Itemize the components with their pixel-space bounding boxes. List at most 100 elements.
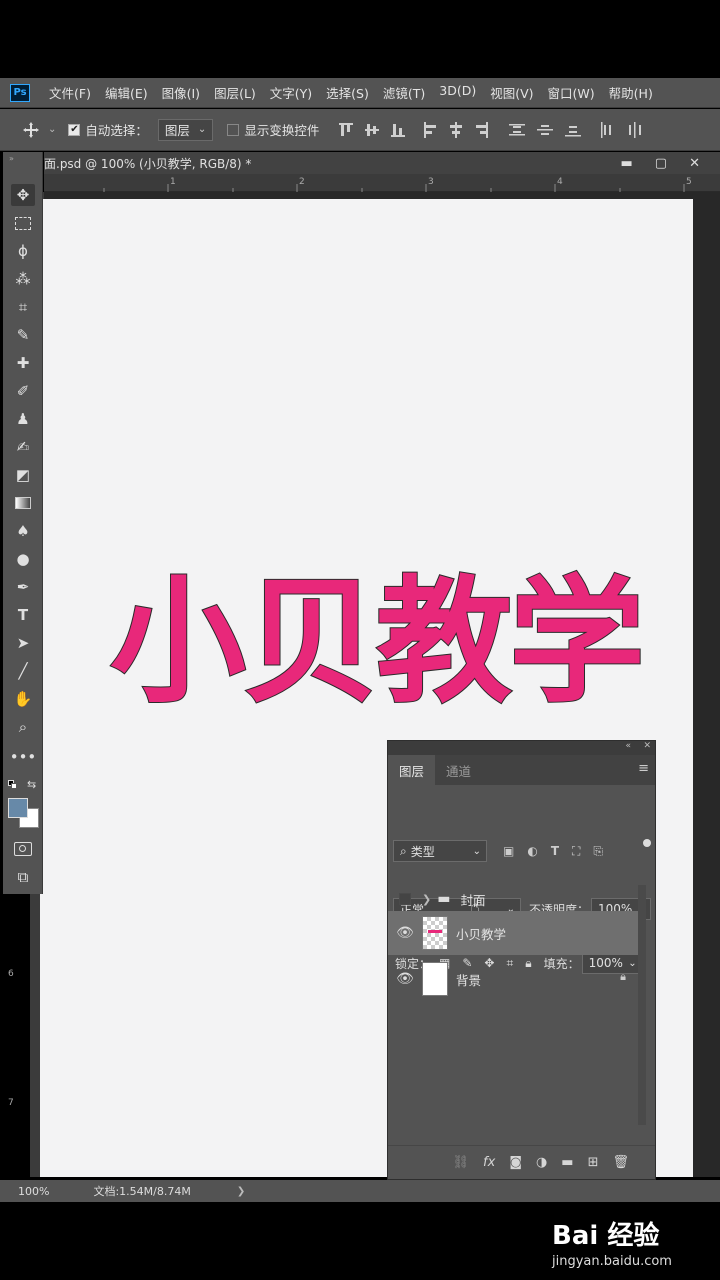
more-tools-icon[interactable]: ••• <box>10 746 37 768</box>
minimize-icon[interactable]: ▬ <box>621 156 633 171</box>
ruler-tick-label: 7 <box>8 1098 14 1108</box>
distribute-bottom-icon[interactable] <box>565 122 582 138</box>
collapse-panel-icon[interactable]: « <box>625 741 631 751</box>
align-hcenter-icon[interactable] <box>449 121 463 138</box>
adjustment-layer-icon[interactable]: ◑ <box>536 1155 547 1170</box>
marquee-tool-icon[interactable] <box>11 212 35 234</box>
ruler-tick-label: 6 <box>8 969 14 979</box>
menu-file[interactable]: 文件(F) <box>49 83 91 102</box>
collapse-panel-icon[interactable]: » <box>9 154 14 163</box>
lasso-tool-icon[interactable]: ϕ <box>11 240 35 262</box>
layer-group-row[interactable]: ❯ ▬ 封面 ☝ <box>388 885 638 916</box>
trash-icon[interactable]: 🗑︎ <box>612 1155 629 1170</box>
panel-menu-icon[interactable]: ≡ <box>638 761 649 776</box>
menu-edit[interactable]: 编辑(E) <box>105 83 148 102</box>
eye-icon[interactable]: 👁︎ <box>388 925 422 941</box>
brush-tool-icon[interactable]: ✐ <box>11 380 35 402</box>
maximize-icon[interactable]: ▢ <box>655 156 667 171</box>
menu-filter[interactable]: 滤镜(T) <box>383 83 425 102</box>
blur-tool-icon[interactable]: ♠ <box>11 520 35 542</box>
auto-select-target-dropdown[interactable]: 图层 ⌄ <box>157 118 214 141</box>
filter-adjustment-icon[interactable]: ◐ <box>527 844 537 858</box>
swap-colors-icon[interactable]: ⇆ <box>27 778 36 791</box>
menu-select[interactable]: 选择(S) <box>326 83 369 102</box>
layer-row[interactable]: 👁︎ 背景 🔒︎ <box>388 957 638 1001</box>
chevron-right-icon[interactable]: ❯ <box>422 893 431 906</box>
document-tab[interactable]: 面.psd @ 100% (小贝教学, RGB/8) * ▬ ▢ ✕ <box>44 152 720 174</box>
crop-tool-icon[interactable]: ⌗ <box>11 296 35 318</box>
align-bottom-icon[interactable] <box>391 122 406 138</box>
align-vcenter-icon[interactable] <box>365 122 380 138</box>
menu-view[interactable]: 视图(V) <box>490 83 533 102</box>
pen-tool-icon[interactable]: ✒ <box>11 576 35 598</box>
visibility-toggle[interactable] <box>388 893 422 905</box>
menu-type[interactable]: 文字(Y) <box>270 83 312 102</box>
filter-type-icon[interactable]: T <box>551 844 559 858</box>
healing-brush-tool-icon[interactable]: ✚ <box>11 352 35 374</box>
menu-3d[interactable]: 3D(D) <box>439 83 476 102</box>
ruler-tick-label: 4 <box>557 177 563 187</box>
filter-pixel-icon[interactable]: ▣ <box>503 844 514 858</box>
close-icon[interactable]: ✕ <box>689 156 700 171</box>
quick-mask-icon[interactable] <box>11 838 35 860</box>
add-mask-icon[interactable]: ◙ <box>509 1155 522 1170</box>
status-menu-arrow[interactable]: ❯ <box>237 1186 245 1197</box>
distribute-left-icon[interactable] <box>599 121 615 138</box>
hand-tool-icon[interactable]: ✋ <box>11 688 35 710</box>
move-tool-icon[interactable]: ✥ <box>11 184 35 206</box>
menu-layer[interactable]: 图层(L) <box>214 83 256 102</box>
eye-icon[interactable]: 👁︎ <box>388 971 422 987</box>
link-layers-icon[interactable]: ⛓ <box>453 1155 470 1170</box>
show-transform-checkbox[interactable] <box>227 123 240 136</box>
line-tool-icon[interactable]: ╱ <box>11 660 35 682</box>
dodge-tool-icon[interactable]: ● <box>11 548 35 570</box>
canvas-text-layer[interactable]: 小贝教学 <box>109 567 670 719</box>
chevron-down-icon: ⌄ <box>472 845 481 857</box>
menu-image[interactable]: 图像(I) <box>162 83 200 102</box>
move-tool-preset[interactable]: ⌄ <box>22 121 56 139</box>
distribute-vcenter-icon[interactable] <box>537 122 554 138</box>
menu-help[interactable]: 帮助(H) <box>609 83 653 102</box>
type-tool-icon[interactable]: T <box>11 604 35 626</box>
zoom-tool-icon[interactable]: ⌕ <box>11 716 35 738</box>
foreground-color-swatch[interactable] <box>8 798 28 818</box>
auto-select-target-value: 图层 <box>164 123 190 138</box>
filter-toggle-icon[interactable] <box>643 839 651 847</box>
tab-layers[interactable]: 图层 <box>388 755 436 785</box>
options-bar: ⌄ ✔ 自动选择： 图层 ⌄ 显示变换控件 <box>0 109 720 151</box>
new-group-icon[interactable]: ▬ <box>561 1155 573 1170</box>
layer-row-selected[interactable]: 👁︎ 小贝教学 <box>388 911 638 955</box>
layer-filter-dropdown[interactable]: ⌕ 类型 ⌄ <box>393 840 487 862</box>
tab-channels[interactable]: 通道 <box>435 755 482 785</box>
distribute-hcenter-icon[interactable] <box>627 121 643 138</box>
auto-select-checkbox[interactable]: ✔ <box>68 123 81 136</box>
fx-icon[interactable]: fx <box>483 1155 495 1170</box>
zoom-level[interactable]: 100% <box>18 1185 49 1198</box>
path-selection-tool-icon[interactable]: ➤ <box>11 632 35 654</box>
show-transform-label: 显示变换控件 <box>244 123 320 138</box>
filter-smart-object-icon[interactable]: ⎘ <box>593 844 603 859</box>
layers-scrollbar[interactable] <box>638 885 646 1125</box>
eraser-tool-icon[interactable]: ◩ <box>11 464 35 486</box>
filter-shape-icon[interactable]: ⛶ <box>572 844 580 859</box>
distribute-top-icon[interactable] <box>509 122 526 138</box>
close-icon[interactable]: ✕ <box>643 741 651 751</box>
layer-name: 背景 <box>456 972 482 988</box>
default-colors-icon[interactable] <box>8 780 18 790</box>
layers-panel-tabs: 图层 通道 ≡ <box>388 755 655 785</box>
status-bar: 100% 文档:1.54M/8.74M ❯ <box>0 1180 720 1202</box>
magic-wand-tool-icon[interactable]: ⁂ <box>11 268 35 290</box>
gradient-tool-icon[interactable] <box>11 492 35 514</box>
align-top-icon[interactable] <box>339 122 354 138</box>
menu-window[interactable]: 窗口(W) <box>548 83 595 102</box>
main-menu: 文件(F) 编辑(E) 图像(I) 图层(L) 文字(Y) 选择(S) 滤镜(T… <box>49 83 667 102</box>
clone-stamp-tool-icon[interactable]: ♟ <box>11 408 35 430</box>
align-right-icon[interactable] <box>475 121 489 138</box>
screen-mode-icon[interactable]: ⧉ <box>11 866 35 888</box>
history-brush-tool-icon[interactable]: ✍ <box>11 436 35 458</box>
align-left-icon[interactable] <box>423 121 437 138</box>
new-layer-icon[interactable]: ⊞ <box>588 1155 599 1170</box>
eyedropper-tool-icon[interactable]: ✎ <box>11 324 35 346</box>
layers-panel-titlebar: « ✕ <box>388 741 655 755</box>
ruler-horizontal: 1 2 3 4 5 <box>44 174 720 192</box>
